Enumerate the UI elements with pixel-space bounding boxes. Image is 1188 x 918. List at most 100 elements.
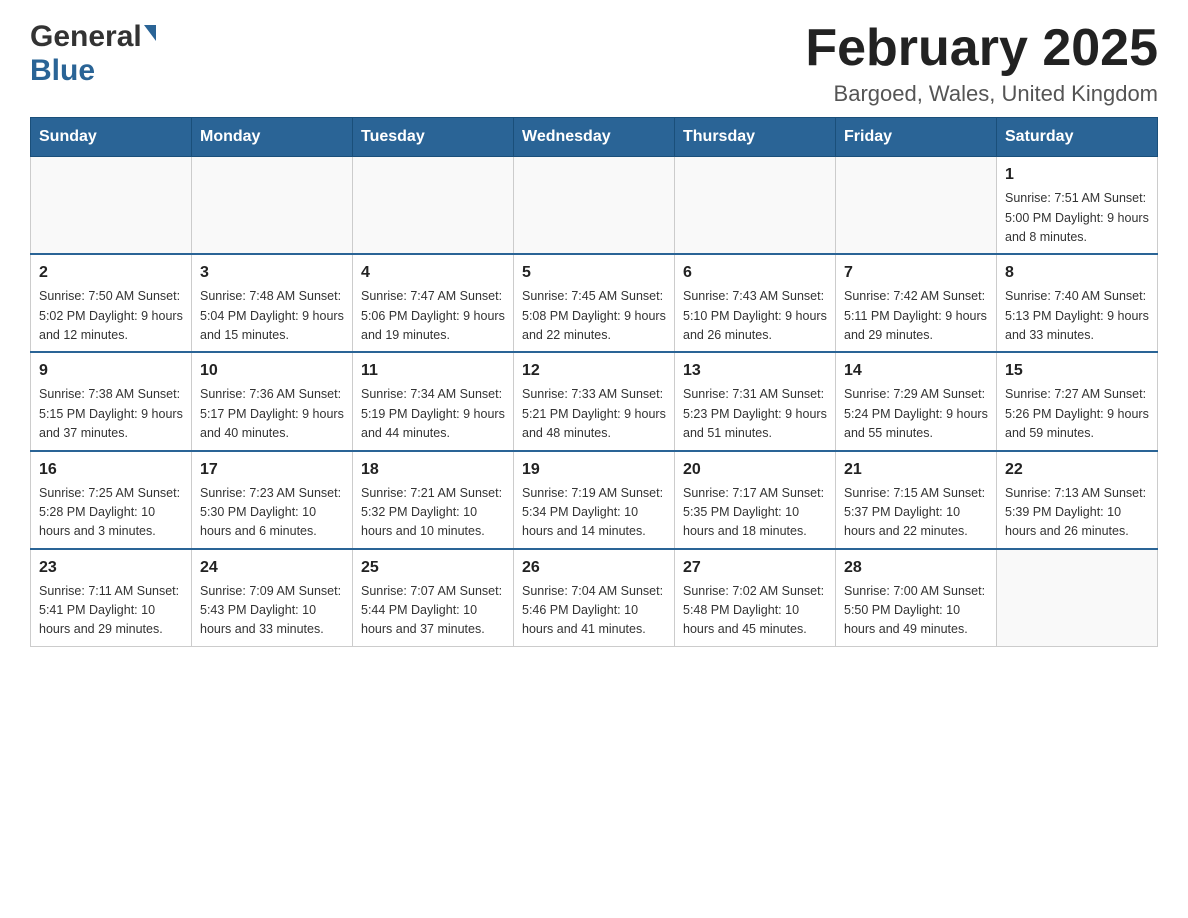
- day-number: 13: [683, 359, 827, 383]
- day-info: Sunrise: 7:19 AM Sunset: 5:34 PM Dayligh…: [522, 484, 666, 542]
- week-row-5: 23Sunrise: 7:11 AM Sunset: 5:41 PM Dayli…: [31, 549, 1158, 647]
- weekday-header-row: SundayMondayTuesdayWednesdayThursdayFrid…: [31, 118, 1158, 157]
- day-info: Sunrise: 7:36 AM Sunset: 5:17 PM Dayligh…: [200, 385, 344, 443]
- day-info: Sunrise: 7:43 AM Sunset: 5:10 PM Dayligh…: [683, 287, 827, 345]
- day-info: Sunrise: 7:21 AM Sunset: 5:32 PM Dayligh…: [361, 484, 505, 542]
- calendar-title: February 2025: [805, 20, 1158, 77]
- logo-general-text: General: [30, 20, 142, 54]
- day-number: 2: [39, 261, 183, 285]
- day-info: Sunrise: 7:11 AM Sunset: 5:41 PM Dayligh…: [39, 582, 183, 640]
- day-number: 17: [200, 458, 344, 482]
- calendar-cell: 5Sunrise: 7:45 AM Sunset: 5:08 PM Daylig…: [514, 254, 675, 352]
- calendar-cell: 22Sunrise: 7:13 AM Sunset: 5:39 PM Dayli…: [997, 451, 1158, 549]
- day-number: 3: [200, 261, 344, 285]
- day-number: 10: [200, 359, 344, 383]
- day-number: 16: [39, 458, 183, 482]
- day-info: Sunrise: 7:42 AM Sunset: 5:11 PM Dayligh…: [844, 287, 988, 345]
- day-number: 24: [200, 556, 344, 580]
- day-number: 25: [361, 556, 505, 580]
- calendar-cell: 24Sunrise: 7:09 AM Sunset: 5:43 PM Dayli…: [192, 549, 353, 647]
- day-number: 15: [1005, 359, 1149, 383]
- calendar-cell: 20Sunrise: 7:17 AM Sunset: 5:35 PM Dayli…: [675, 451, 836, 549]
- day-info: Sunrise: 7:04 AM Sunset: 5:46 PM Dayligh…: [522, 582, 666, 640]
- day-info: Sunrise: 7:15 AM Sunset: 5:37 PM Dayligh…: [844, 484, 988, 542]
- calendar-cell: [192, 157, 353, 255]
- day-number: 5: [522, 261, 666, 285]
- day-info: Sunrise: 7:48 AM Sunset: 5:04 PM Dayligh…: [200, 287, 344, 345]
- calendar-cell: 27Sunrise: 7:02 AM Sunset: 5:48 PM Dayli…: [675, 549, 836, 647]
- day-info: Sunrise: 7:50 AM Sunset: 5:02 PM Dayligh…: [39, 287, 183, 345]
- weekday-header-tuesday: Tuesday: [353, 118, 514, 157]
- day-number: 27: [683, 556, 827, 580]
- day-number: 18: [361, 458, 505, 482]
- day-info: Sunrise: 7:33 AM Sunset: 5:21 PM Dayligh…: [522, 385, 666, 443]
- day-info: Sunrise: 7:38 AM Sunset: 5:15 PM Dayligh…: [39, 385, 183, 443]
- calendar-cell: 23Sunrise: 7:11 AM Sunset: 5:41 PM Dayli…: [31, 549, 192, 647]
- week-row-1: 1Sunrise: 7:51 AM Sunset: 5:00 PM Daylig…: [31, 157, 1158, 255]
- day-number: 21: [844, 458, 988, 482]
- day-info: Sunrise: 7:34 AM Sunset: 5:19 PM Dayligh…: [361, 385, 505, 443]
- day-number: 19: [522, 458, 666, 482]
- calendar-cell: 3Sunrise: 7:48 AM Sunset: 5:04 PM Daylig…: [192, 254, 353, 352]
- day-info: Sunrise: 7:13 AM Sunset: 5:39 PM Dayligh…: [1005, 484, 1149, 542]
- day-number: 12: [522, 359, 666, 383]
- day-info: Sunrise: 7:31 AM Sunset: 5:23 PM Dayligh…: [683, 385, 827, 443]
- calendar-cell: 9Sunrise: 7:38 AM Sunset: 5:15 PM Daylig…: [31, 352, 192, 450]
- weekday-header-monday: Monday: [192, 118, 353, 157]
- calendar-location: Bargoed, Wales, United Kingdom: [805, 81, 1158, 107]
- calendar-cell: [675, 157, 836, 255]
- day-info: Sunrise: 7:23 AM Sunset: 5:30 PM Dayligh…: [200, 484, 344, 542]
- weekday-header-saturday: Saturday: [997, 118, 1158, 157]
- calendar-cell: 8Sunrise: 7:40 AM Sunset: 5:13 PM Daylig…: [997, 254, 1158, 352]
- day-number: 8: [1005, 261, 1149, 285]
- week-row-3: 9Sunrise: 7:38 AM Sunset: 5:15 PM Daylig…: [31, 352, 1158, 450]
- day-number: 20: [683, 458, 827, 482]
- calendar-cell: [997, 549, 1158, 647]
- day-info: Sunrise: 7:47 AM Sunset: 5:06 PM Dayligh…: [361, 287, 505, 345]
- calendar-cell: 21Sunrise: 7:15 AM Sunset: 5:37 PM Dayli…: [836, 451, 997, 549]
- calendar-cell: 12Sunrise: 7:33 AM Sunset: 5:21 PM Dayli…: [514, 352, 675, 450]
- day-info: Sunrise: 7:27 AM Sunset: 5:26 PM Dayligh…: [1005, 385, 1149, 443]
- calendar-cell: 4Sunrise: 7:47 AM Sunset: 5:06 PM Daylig…: [353, 254, 514, 352]
- weekday-header-friday: Friday: [836, 118, 997, 157]
- calendar-cell: 7Sunrise: 7:42 AM Sunset: 5:11 PM Daylig…: [836, 254, 997, 352]
- day-number: 26: [522, 556, 666, 580]
- day-number: 1: [1005, 163, 1149, 187]
- weekday-header-thursday: Thursday: [675, 118, 836, 157]
- day-number: 22: [1005, 458, 1149, 482]
- calendar-cell: 2Sunrise: 7:50 AM Sunset: 5:02 PM Daylig…: [31, 254, 192, 352]
- day-number: 9: [39, 359, 183, 383]
- logo-blue-text: Blue: [30, 54, 95, 87]
- calendar-cell: [514, 157, 675, 255]
- day-number: 7: [844, 261, 988, 285]
- calendar-cell: 14Sunrise: 7:29 AM Sunset: 5:24 PM Dayli…: [836, 352, 997, 450]
- calendar-table: SundayMondayTuesdayWednesdayThursdayFrid…: [30, 117, 1158, 647]
- page-header: General Blue February 2025 Bargoed, Wale…: [30, 20, 1158, 107]
- day-number: 4: [361, 261, 505, 285]
- calendar-cell: 10Sunrise: 7:36 AM Sunset: 5:17 PM Dayli…: [192, 352, 353, 450]
- calendar-cell: 15Sunrise: 7:27 AM Sunset: 5:26 PM Dayli…: [997, 352, 1158, 450]
- logo-triangle-icon: [144, 25, 156, 41]
- week-row-4: 16Sunrise: 7:25 AM Sunset: 5:28 PM Dayli…: [31, 451, 1158, 549]
- calendar-cell: 6Sunrise: 7:43 AM Sunset: 5:10 PM Daylig…: [675, 254, 836, 352]
- calendar-cell: 28Sunrise: 7:00 AM Sunset: 5:50 PM Dayli…: [836, 549, 997, 647]
- calendar-cell: [31, 157, 192, 255]
- calendar-cell: 25Sunrise: 7:07 AM Sunset: 5:44 PM Dayli…: [353, 549, 514, 647]
- title-block: February 2025 Bargoed, Wales, United Kin…: [805, 20, 1158, 107]
- logo: General Blue: [30, 20, 156, 88]
- day-info: Sunrise: 7:02 AM Sunset: 5:48 PM Dayligh…: [683, 582, 827, 640]
- day-info: Sunrise: 7:25 AM Sunset: 5:28 PM Dayligh…: [39, 484, 183, 542]
- weekday-header-wednesday: Wednesday: [514, 118, 675, 157]
- calendar-cell: 17Sunrise: 7:23 AM Sunset: 5:30 PM Dayli…: [192, 451, 353, 549]
- day-number: 6: [683, 261, 827, 285]
- day-info: Sunrise: 7:17 AM Sunset: 5:35 PM Dayligh…: [683, 484, 827, 542]
- calendar-cell: 19Sunrise: 7:19 AM Sunset: 5:34 PM Dayli…: [514, 451, 675, 549]
- calendar-cell: 11Sunrise: 7:34 AM Sunset: 5:19 PM Dayli…: [353, 352, 514, 450]
- day-info: Sunrise: 7:29 AM Sunset: 5:24 PM Dayligh…: [844, 385, 988, 443]
- day-number: 11: [361, 359, 505, 383]
- day-number: 28: [844, 556, 988, 580]
- calendar-cell: [836, 157, 997, 255]
- calendar-cell: 18Sunrise: 7:21 AM Sunset: 5:32 PM Dayli…: [353, 451, 514, 549]
- day-info: Sunrise: 7:09 AM Sunset: 5:43 PM Dayligh…: [200, 582, 344, 640]
- day-info: Sunrise: 7:51 AM Sunset: 5:00 PM Dayligh…: [1005, 189, 1149, 247]
